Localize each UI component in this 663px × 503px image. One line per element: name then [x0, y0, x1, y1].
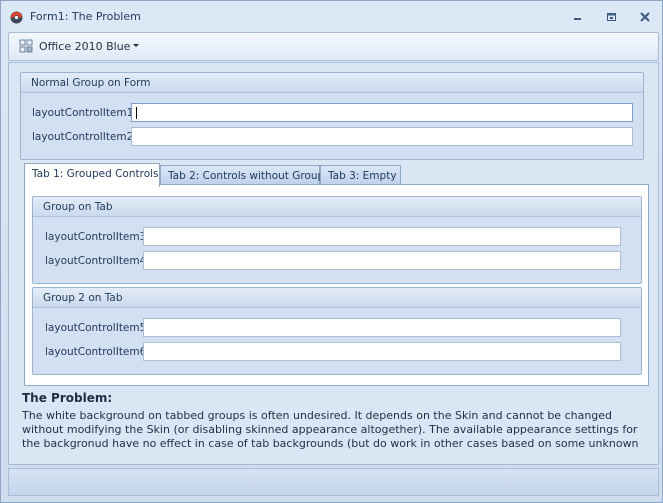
problem-heading: The Problem: — [22, 391, 113, 405]
tab-grouped-controls[interactable]: Tab 1: Grouped Controls — [24, 163, 160, 187]
group-title: Group on Tab — [43, 201, 113, 213]
window-title: Form1: The Problem — [30, 10, 141, 23]
group-header[interactable]: Group on Tab — [33, 197, 641, 217]
title-bar[interactable]: Form1: The Problem — [1, 1, 662, 33]
layout-control-item6-input[interactable] — [143, 342, 621, 361]
status-bar — [8, 468, 659, 496]
restore-button[interactable] — [603, 10, 619, 24]
item-label: layoutControlItem4 — [45, 255, 147, 267]
group-header[interactable]: Normal Group on Form — [21, 73, 643, 93]
item-label: layoutControlItem6 — [45, 346, 147, 358]
text-caret — [136, 107, 137, 119]
minimize-icon — [574, 18, 581, 20]
group-title: Group 2 on Tab — [43, 292, 123, 304]
normal-group: Normal Group on Form layoutControlItem1 … — [20, 72, 644, 160]
layout-control-item4-input[interactable] — [143, 251, 621, 270]
layout-control: Normal Group on Form layoutControlItem1 … — [8, 62, 659, 465]
layout-control-item2-input[interactable] — [131, 127, 633, 146]
skin-selector-label[interactable]: Office 2010 Blue — [39, 40, 130, 53]
group-on-tab: Group on Tab layoutControlItem3 layoutCo… — [32, 196, 642, 284]
item-label: layoutControlItem3 — [45, 231, 147, 243]
close-icon — [640, 12, 650, 22]
item-label: layoutControlItem5 — [45, 322, 147, 334]
tab-empty[interactable]: Tab 3: Empty — [320, 165, 401, 185]
group-2-on-tab: Group 2 on Tab layoutControlItem5 layout… — [32, 287, 642, 375]
app-logo-icon — [10, 11, 23, 24]
group-title: Normal Group on Form — [31, 77, 151, 89]
tab-controls-without-group[interactable]: Tab 2: Controls without Group — [160, 165, 324, 185]
item-label: layoutControlItem1 — [32, 107, 134, 119]
problem-description: The white background on tabbed groups is… — [22, 409, 639, 451]
minimize-button[interactable] — [569, 10, 585, 24]
layout-control-item5-input[interactable] — [143, 318, 621, 337]
layout-control-item3-input[interactable] — [143, 227, 621, 246]
restore-icon — [607, 13, 616, 21]
main-window: Form1: The Problem Office 2010 Blue Norm… — [0, 0, 663, 503]
tab-page: Group on Tab layoutControlItem3 layoutCo… — [24, 184, 649, 386]
item-label: layoutControlItem2 — [32, 131, 134, 143]
palette-icon — [19, 39, 33, 53]
chevron-down-icon[interactable] — [133, 44, 139, 47]
group-header[interactable]: Group 2 on Tab — [33, 288, 641, 308]
close-button[interactable] — [637, 10, 653, 24]
layout-control-item1-input[interactable] — [131, 103, 633, 122]
skin-toolbar: Office 2010 Blue — [8, 32, 659, 61]
